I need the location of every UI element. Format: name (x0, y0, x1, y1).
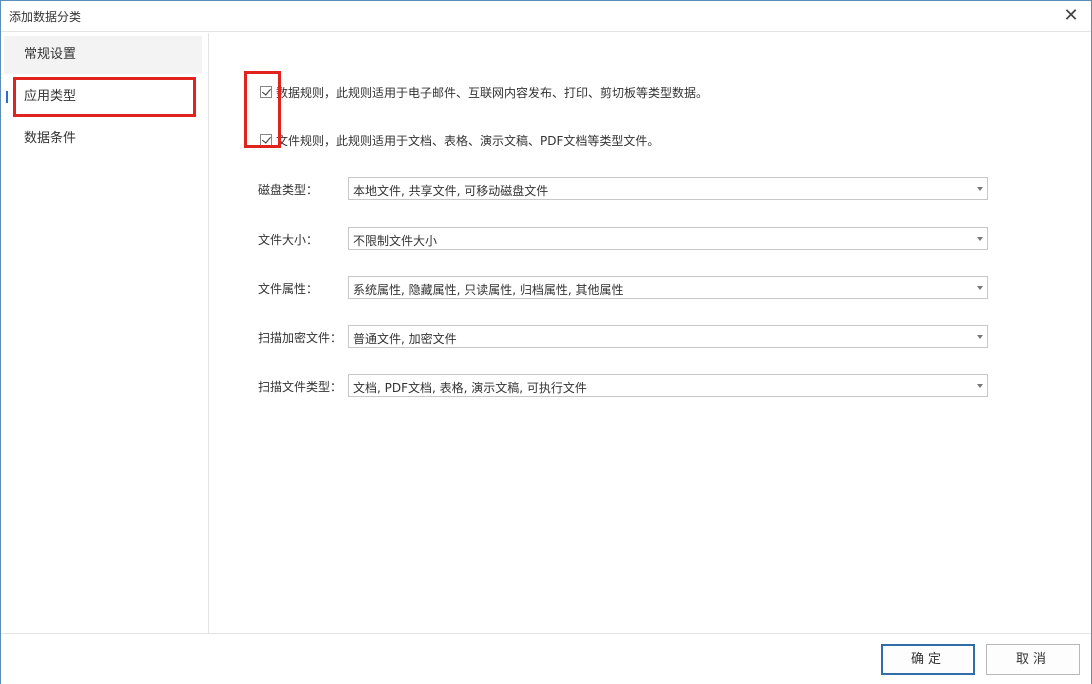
data-rule-checkbox[interactable] (260, 86, 272, 98)
data-rule-label: 数据规则，此规则适用于电子邮件、互联网内容发布、打印、剪切板等类型数据。 (276, 85, 709, 100)
scan-file-type-value: 文档, PDF文档, 表格, 演示文稿, 可执行文件 (353, 381, 587, 395)
scan-encrypted-select[interactable]: 普通文件, 加密文件 (348, 325, 988, 348)
scan-encrypted-value: 普通文件, 加密文件 (353, 332, 457, 346)
sidebar-item-label: 应用类型 (24, 89, 77, 104)
file-size-select[interactable]: 不限制文件大小 (348, 227, 988, 250)
chevron-down-icon (977, 187, 983, 191)
add-data-category-dialog: 添加数据分类 ✕ 常规设置 应用类型 数据条件 数据规则，此规则适用于电子邮件、… (0, 0, 1092, 684)
disk-type-label: 磁盘类型： (258, 183, 319, 197)
sidebar-item-general[interactable]: 常规设置 (4, 36, 202, 74)
sidebar-item-label: 常规设置 (24, 47, 77, 62)
scan-encrypted-label: 扫描加密文件： (258, 331, 343, 345)
disk-type-select[interactable]: 本地文件, 共享文件, 可移动磁盘文件 (348, 177, 988, 200)
file-rule-checkbox[interactable] (260, 134, 272, 146)
scan-file-type-label: 扫描文件类型： (258, 380, 343, 394)
file-rule-row[interactable]: 文件规则，此规则适用于文档、表格、演示文稿、PDF文档等类型文件。 (260, 132, 659, 148)
file-size-value: 不限制文件大小 (353, 234, 438, 248)
data-rule-row[interactable]: 数据规则，此规则适用于电子邮件、互联网内容发布、打印、剪切板等类型数据。 (260, 84, 708, 100)
sidebar-item-data-conditions[interactable]: 数据条件 (4, 120, 202, 158)
file-attributes-label: 文件属性： (258, 282, 319, 296)
main-content: 数据规则，此规则适用于电子邮件、互联网内容发布、打印、剪切板等类型数据。 文件规… (210, 33, 1091, 633)
close-icon[interactable]: ✕ (1061, 6, 1081, 26)
file-attributes-select[interactable]: 系统属性, 隐藏属性, 只读属性, 归档属性, 其他属性 (348, 276, 988, 299)
chevron-down-icon (977, 237, 983, 241)
chevron-down-icon (977, 286, 983, 290)
scan-file-type-select[interactable]: 文档, PDF文档, 表格, 演示文稿, 可执行文件 (348, 374, 988, 397)
ok-button[interactable]: 确定 (881, 644, 975, 675)
file-attributes-value: 系统属性, 隐藏属性, 只读属性, 归档属性, 其他属性 (353, 283, 624, 297)
dialog-footer: 确定 取消 (1, 633, 1091, 684)
chevron-down-icon (977, 335, 983, 339)
chevron-down-icon (977, 384, 983, 388)
dialog-title: 添加数据分类 (9, 10, 82, 24)
sidebar-item-app-type[interactable]: 应用类型 (4, 78, 202, 116)
file-size-label: 文件大小： (258, 233, 319, 247)
file-rule-label: 文件规则，此规则适用于文档、表格、演示文稿、PDF文档等类型文件。 (276, 133, 660, 148)
sidebar-item-label: 数据条件 (24, 131, 77, 146)
cancel-button[interactable]: 取消 (986, 644, 1080, 675)
title-bar: 添加数据分类 ✕ (1, 1, 1091, 32)
disk-type-value: 本地文件, 共享文件, 可移动磁盘文件 (353, 184, 549, 198)
sidebar: 常规设置 应用类型 数据条件 (1, 33, 209, 633)
